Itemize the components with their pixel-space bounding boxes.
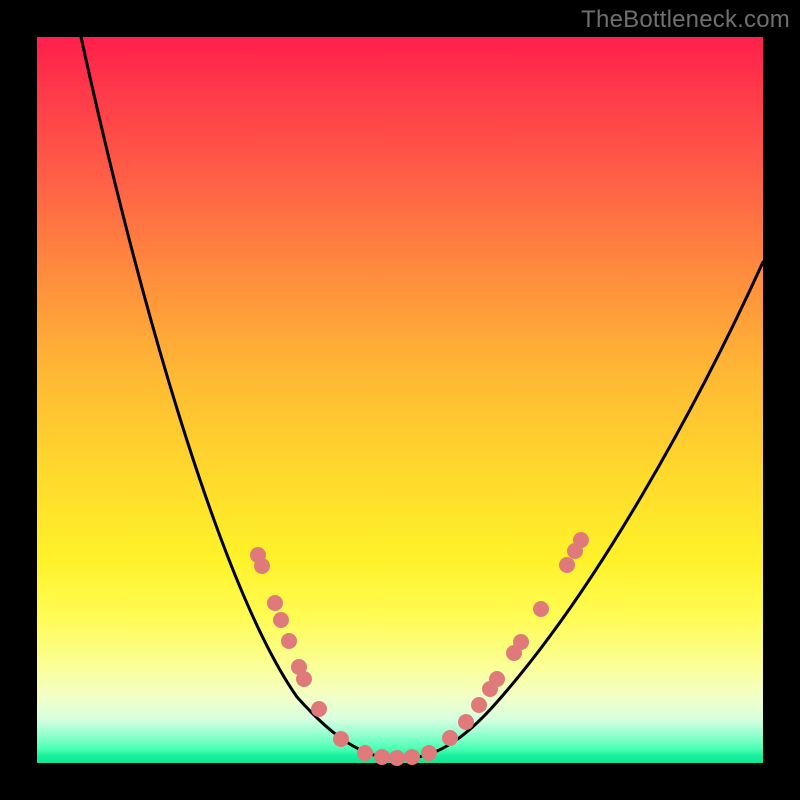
data-point	[471, 697, 487, 713]
data-point	[559, 557, 575, 573]
data-point	[442, 730, 458, 746]
data-point	[296, 671, 312, 687]
data-point	[389, 750, 405, 766]
chart-svg	[37, 37, 763, 763]
data-point	[489, 671, 505, 687]
data-point	[573, 532, 589, 548]
data-point	[513, 634, 529, 650]
chart-plot-area	[37, 37, 763, 763]
data-point	[404, 749, 420, 765]
data-point	[311, 701, 327, 717]
data-point	[533, 601, 549, 617]
data-point	[267, 595, 283, 611]
data-point	[421, 745, 437, 761]
data-point	[458, 714, 474, 730]
data-point	[281, 633, 297, 649]
chart-frame: TheBottleneck.com	[0, 0, 800, 800]
data-point	[254, 558, 270, 574]
data-point	[273, 612, 289, 628]
curve-layer	[81, 37, 763, 759]
bottleneck-curve	[81, 37, 763, 759]
watermark-text: TheBottleneck.com	[581, 6, 790, 34]
marker-layer	[250, 532, 589, 766]
data-point	[357, 745, 373, 761]
data-point	[374, 749, 390, 765]
data-point	[333, 731, 349, 747]
